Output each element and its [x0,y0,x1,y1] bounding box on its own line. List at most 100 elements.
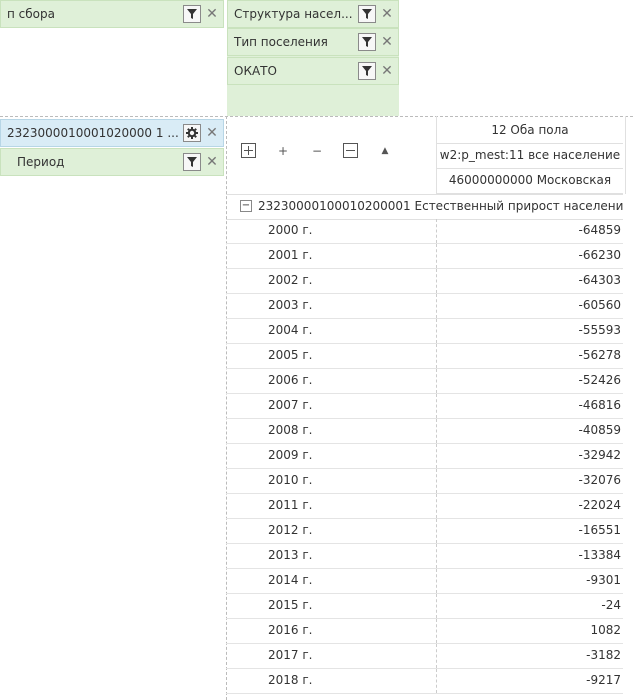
row-year: 2004 г. [268,323,313,337]
divider [436,319,437,343]
row-value: -55593 [578,323,621,337]
filter-chip-label: Тип поселения [234,35,328,49]
table-row: 2013 г. -13384 [226,544,623,569]
filter-chip-structure[interactable]: Структура насел... ✕ [227,0,399,28]
row-value: -32942 [578,448,621,462]
row-year: 2015 г. [268,598,313,612]
table-row: 2003 г. -60560 [226,294,623,319]
row-year: 2018 г. [268,673,313,687]
row-year: 2008 г. [268,423,313,437]
close-icon[interactable]: ✕ [205,126,219,140]
close-icon[interactable]: ✕ [205,155,219,169]
row-year: 2011 г. [268,498,313,512]
table-row: 2016 г. 1082 [226,619,623,644]
table-row: 2006 г. -52426 [226,369,623,394]
divider [436,469,437,493]
row-value: -16551 [578,523,621,537]
column-header-okato[interactable]: 46000000000 Московская [437,167,623,194]
divider [436,619,437,643]
table-row: 2004 г. -55593 [226,319,623,344]
divider [436,269,437,293]
row-year: 2001 г. [268,248,313,262]
filter-chip-label: п сбора [7,7,55,21]
filter-icon[interactable] [358,33,376,51]
filter-chip-label: Структура насел... [234,7,353,21]
divider [436,444,437,468]
row-value: -66230 [578,248,621,262]
table-row: 2005 г. -56278 [226,344,623,369]
divider [436,394,437,418]
collapse-level-icon[interactable]: − [300,140,334,162]
collapse-toggle-icon[interactable]: − [240,200,252,212]
divider [436,344,437,368]
expand-all-icon[interactable] [232,140,266,162]
row-value: -40859 [578,423,621,437]
close-icon[interactable]: ✕ [380,64,394,78]
close-icon[interactable]: ✕ [380,7,394,21]
table-row: 2000 г. -64859 [226,219,623,244]
filter-icon[interactable] [358,5,376,23]
divider [436,369,437,393]
divider [436,219,437,243]
row-field-period[interactable]: Период ✕ [0,148,224,176]
row-year: 2006 г. [268,373,313,387]
table-row: 2001 г. -66230 [226,244,623,269]
gear-icon[interactable] [183,124,201,142]
row-year: 2009 г. [268,448,313,462]
row-value: -22024 [578,498,621,512]
divider [436,544,437,568]
row-value: -46816 [578,398,621,412]
table-row: 2018 г. -9217 [226,669,623,694]
divider [436,294,437,318]
close-icon[interactable]: ✕ [205,7,219,21]
grid-controls: + − ▲ [232,140,402,162]
row-value: -64859 [578,223,621,237]
divider [436,594,437,618]
filter-chip-okato[interactable]: ОКАТО ✕ [227,57,399,85]
group-label: 23230000100010200001 Естественный прирос… [258,199,623,213]
sort-up-icon[interactable]: ▲ [368,140,402,162]
divider [436,519,437,543]
table-row: 2011 г. -22024 [226,494,623,519]
filter-icon[interactable] [358,62,376,80]
filter-chip-collection[interactable]: п сбора ✕ [0,0,224,28]
filter-icon[interactable] [183,153,201,171]
row-value: -24 [601,598,621,612]
table-row: 2002 г. -64303 [226,269,623,294]
row-value: -3182 [586,648,621,662]
column-header-settlement[interactable]: w2:p_mest:11 все население [437,142,623,169]
row-value: -52426 [578,373,621,387]
table-row: 2017 г. -3182 [226,644,623,669]
row-year: 2003 г. [268,298,313,312]
row-year: 2017 г. [268,648,313,662]
row-value: -60560 [578,298,621,312]
filter-chip-label: ОКАТО [234,64,277,78]
row-value: -13384 [578,548,621,562]
filter-chip-settlement-type[interactable]: Тип поселения ✕ [227,28,399,56]
filter-icon[interactable] [183,5,201,23]
table-row: 2012 г. -16551 [226,519,623,544]
row-value: -32076 [578,473,621,487]
row-value: 1082 [590,623,621,637]
close-icon[interactable]: ✕ [380,35,394,49]
row-year: 2016 г. [268,623,313,637]
row-year: 2013 г. [268,548,313,562]
row-year: 2012 г. [268,523,313,537]
column-header-sex[interactable]: 12 Оба пола [437,117,623,144]
table-row: 2010 г. -32076 [226,469,623,494]
divider [436,419,437,443]
row-year: 2014 г. [268,573,313,587]
row-value: -64303 [578,273,621,287]
collapse-all-icon[interactable] [334,140,368,162]
table-row: 2009 г. -32942 [226,444,623,469]
row-field-indicator[interactable]: 2323000010001020000 1 ... ✕ [0,119,224,147]
table-row: 2008 г. -40859 [226,419,623,444]
row-year: 2000 г. [268,223,313,237]
row-value: -9301 [586,573,621,587]
row-year: 2010 г. [268,473,313,487]
row-value: -56278 [578,348,621,362]
row-value: -9217 [586,673,621,687]
expand-level-icon[interactable]: + [266,140,300,162]
divider [436,569,437,593]
divider [436,244,437,268]
